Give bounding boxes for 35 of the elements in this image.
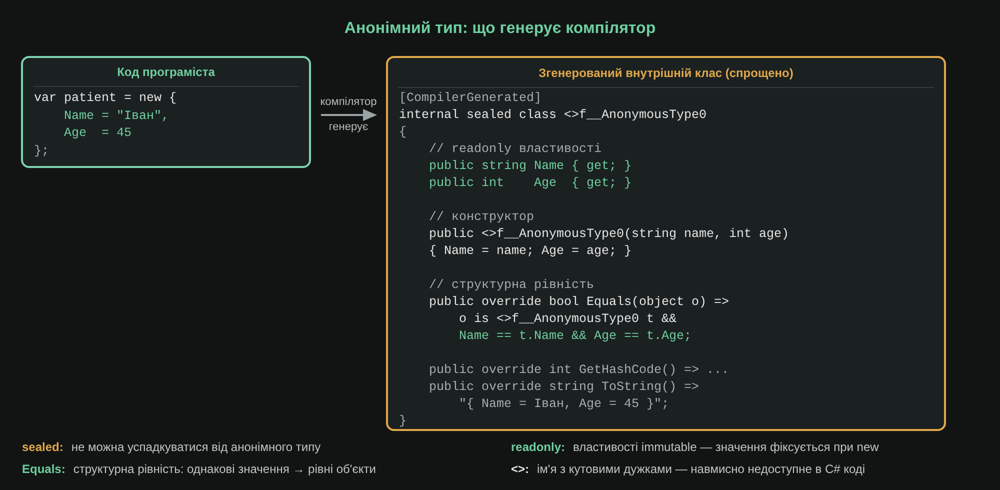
panel-title: Код програміста <box>117 64 215 81</box>
code-line: // readonly властивості <box>428 141 603 158</box>
code-line: public override int GetHashCode() => ... <box>428 362 730 379</box>
code-line: { <box>399 124 408 141</box>
diagram-title: Анонімний тип: що генерує компілятор <box>344 19 656 39</box>
arrow-label: компілятор <box>320 96 377 109</box>
legend-text: не можна успадкуватися від анонімного типу <box>71 439 321 455</box>
legend-text: структурна рівність: однакові значення → рівні об'єкти <box>73 461 376 477</box>
legend-text: ім'я з кутовими дужками — навмисно недоступне в C# коді <box>537 461 866 477</box>
legend-term: sealed: <box>22 439 64 455</box>
code-line: o is <>f__AnonymousType0 t && <box>458 311 678 328</box>
code-line: Age = 45 <box>63 125 133 142</box>
code-line: [CompilerGenerated] <box>399 90 543 107</box>
code-line: public <>f__AnonymousType0(string name, int age) <box>428 226 790 243</box>
code-line: }; <box>34 142 50 160</box>
code-line: { Name = name; Age = age; } <box>428 243 633 260</box>
code-line: internal sealed class <>f__AnonymousType0 <box>399 107 708 124</box>
code-line: // конструктор <box>428 209 536 226</box>
code-line: var patient = new { <box>34 90 178 107</box>
legend-term: Equals: <box>22 461 66 477</box>
legend-text: властивості immutable — значення фіксується при new <box>573 439 879 455</box>
code-line: "{ Name = Іван, Age = 45 }"; <box>458 396 670 413</box>
panel-title: Згенерований внутрішній клас (спрощено) <box>538 65 794 82</box>
code-line: Name = "Іван", <box>63 108 170 124</box>
legend-term: readonly: <box>511 439 566 455</box>
code-line: Name == t.Name && Age == t.Age; <box>458 328 693 345</box>
legend-term: <>: <box>511 461 530 477</box>
code-line: // структурна рівність <box>428 277 596 294</box>
arrow-icon <box>320 109 376 121</box>
arrow-label: генерує <box>328 121 368 134</box>
code-line: public override string ToString() => <box>428 379 700 396</box>
code-line: public override bool Equals(object o) => <box>428 294 730 311</box>
code-line: public int Age { get; } <box>428 175 633 192</box>
code-line: } <box>399 413 408 430</box>
code-line: public string Name { get; } <box>428 158 633 175</box>
